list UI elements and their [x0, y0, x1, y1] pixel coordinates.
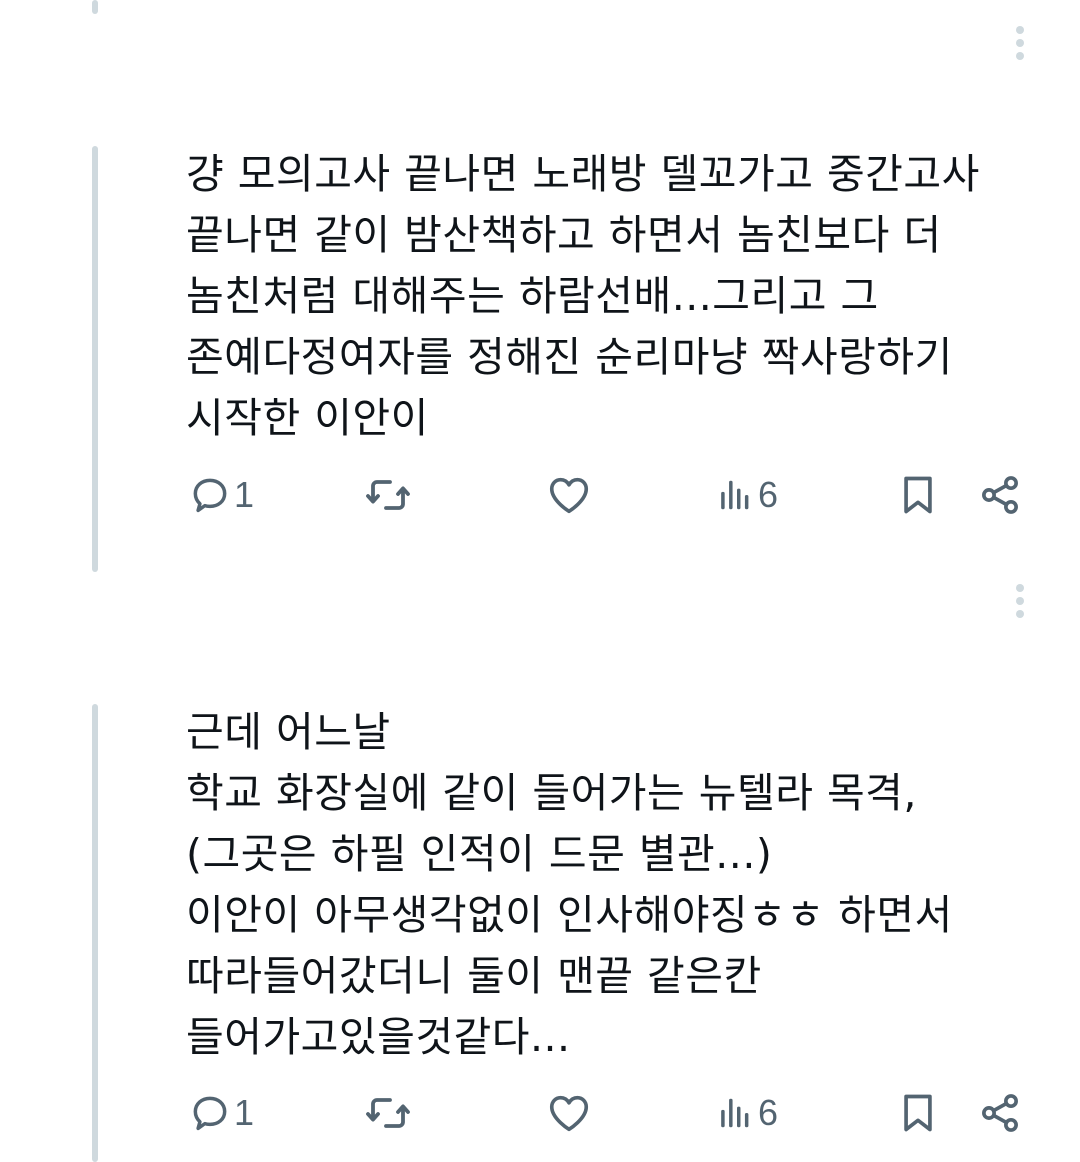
reply-icon [193, 1096, 227, 1131]
bookmark-icon [904, 1094, 932, 1132]
thread-line-top [92, 0, 98, 14]
bookmark-icon [904, 476, 932, 514]
reply-icon [193, 478, 227, 513]
repost-button[interactable] [364, 465, 412, 525]
post-actions: 1 6 [0, 1083, 1080, 1143]
reply-count: 1 [234, 1092, 255, 1133]
heart-icon [549, 477, 589, 514]
share-icon [982, 1094, 1018, 1132]
view-count: 6 [758, 474, 779, 515]
bookmark-button[interactable] [896, 1083, 940, 1143]
post-text: 걍 모의고사 끝나면 노래방 델꼬가고 중간고사 끝나면 같이 밤산책하고 하면… [186, 150, 980, 442]
like-button[interactable] [546, 465, 592, 525]
reply-button[interactable]: 1 [188, 1083, 254, 1143]
reply-count: 1 [234, 474, 255, 515]
post-text: 근데 어느날 학교 화장실에 같이 들어가는 뉴텔라 목격, (그곳은 하필 인… [186, 708, 953, 1061]
reply-button[interactable]: 1 [188, 465, 254, 525]
views-button[interactable]: 6 [718, 465, 778, 525]
repost-button[interactable] [364, 1083, 412, 1143]
post-actions: 1 6 [0, 465, 1080, 525]
share-button[interactable] [978, 1083, 1022, 1143]
bookmark-button[interactable] [896, 465, 940, 525]
like-button[interactable] [546, 1083, 592, 1143]
repost-icon [366, 1098, 410, 1128]
share-button[interactable] [978, 465, 1022, 525]
views-icon [721, 480, 749, 510]
views-button[interactable]: 6 [718, 1083, 778, 1143]
repost-icon [366, 480, 410, 510]
heart-icon [549, 1095, 589, 1132]
more-options-button[interactable] [1004, 22, 1036, 66]
views-icon [721, 1098, 749, 1128]
share-icon [982, 476, 1018, 514]
view-count: 6 [758, 1092, 779, 1133]
more-options-button[interactable] [1004, 580, 1036, 624]
